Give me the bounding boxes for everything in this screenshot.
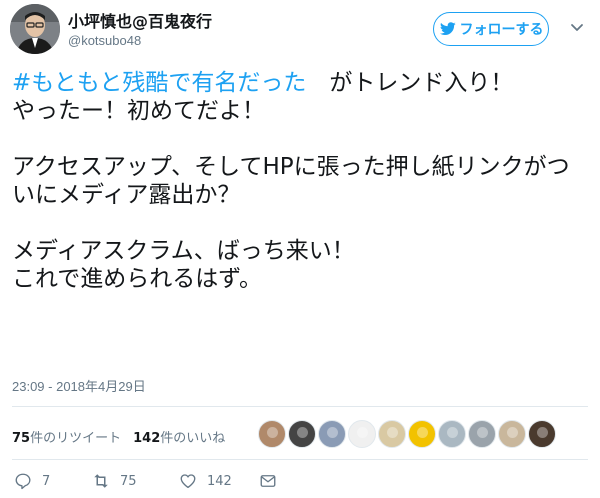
- hashtag-link[interactable]: #もともと残酷で有名だった: [12, 70, 306, 96]
- mail-icon: [260, 475, 276, 487]
- like-count: 142: [207, 473, 232, 489]
- user-handle[interactable]: @kotsubo48: [68, 33, 141, 48]
- direct-message-button[interactable]: [259, 472, 277, 490]
- tweet-timestamp[interactable]: 23:09 - 2018年4月29日: [12, 376, 146, 395]
- follow-label: フォローする: [459, 22, 544, 38]
- liker-avatar-5[interactable]: [378, 420, 406, 448]
- reply-icon: [15, 473, 31, 490]
- liker-avatar-6[interactable]: [408, 420, 436, 448]
- liker-face-icon: [447, 427, 458, 438]
- liker-avatar-10[interactable]: [528, 420, 556, 448]
- liker-face-icon: [387, 427, 398, 438]
- heart-icon: [180, 474, 196, 489]
- likers-avatars: [258, 420, 556, 448]
- divider: [12, 406, 588, 407]
- liker-avatar-7[interactable]: [438, 420, 466, 448]
- liker-avatar-9[interactable]: [498, 420, 526, 448]
- tweet-body: がトレンド入り！ やったー！初めてだよ！ アクセスアップ、そしてHPに張った押し…: [12, 70, 570, 292]
- liker-avatar-4[interactable]: [348, 420, 376, 448]
- follow-button[interactable]: フォローする: [433, 12, 549, 46]
- liker-avatar-8[interactable]: [468, 420, 496, 448]
- liker-face-icon: [477, 427, 488, 438]
- divider: [12, 459, 588, 460]
- liker-face-icon: [507, 427, 518, 438]
- like-stats[interactable]: 142件のいいね: [133, 427, 225, 446]
- liker-avatar-3[interactable]: [318, 420, 346, 448]
- retweet-icon: [94, 474, 108, 488]
- reply-count: 7: [42, 473, 51, 489]
- tweet-text: #もともと残酷で有名だった がトレンド入り！ やったー！初めてだよ！ アクセスア…: [12, 69, 592, 293]
- liker-face-icon: [357, 427, 368, 438]
- liker-face-icon: [327, 427, 338, 438]
- user-photo-icon: [10, 4, 60, 54]
- liker-face-icon: [267, 427, 278, 438]
- chevron-down-icon[interactable]: [570, 20, 584, 34]
- display-name[interactable]: 小坪慎也@百鬼夜行: [68, 8, 212, 32]
- retweet-button[interactable]: 75: [92, 472, 179, 490]
- retweet-count: 75: [120, 473, 137, 489]
- like-button[interactable]: 142: [179, 472, 259, 490]
- tweet-actions: 7 75 142: [14, 472, 277, 490]
- liker-avatar-2[interactable]: [288, 420, 316, 448]
- follow-bird-icon: [439, 22, 456, 36]
- liker-face-icon: [537, 427, 548, 438]
- reply-button[interactable]: 7: [14, 472, 92, 490]
- avatar[interactable]: [10, 4, 60, 54]
- liker-face-icon: [417, 427, 428, 438]
- tweet-stats: 75件のリツイート 142件のいいね: [12, 427, 225, 446]
- liker-avatar-1[interactable]: [258, 420, 286, 448]
- liker-face-icon: [297, 427, 308, 438]
- retweet-stats[interactable]: 75件のリツイート: [12, 427, 121, 446]
